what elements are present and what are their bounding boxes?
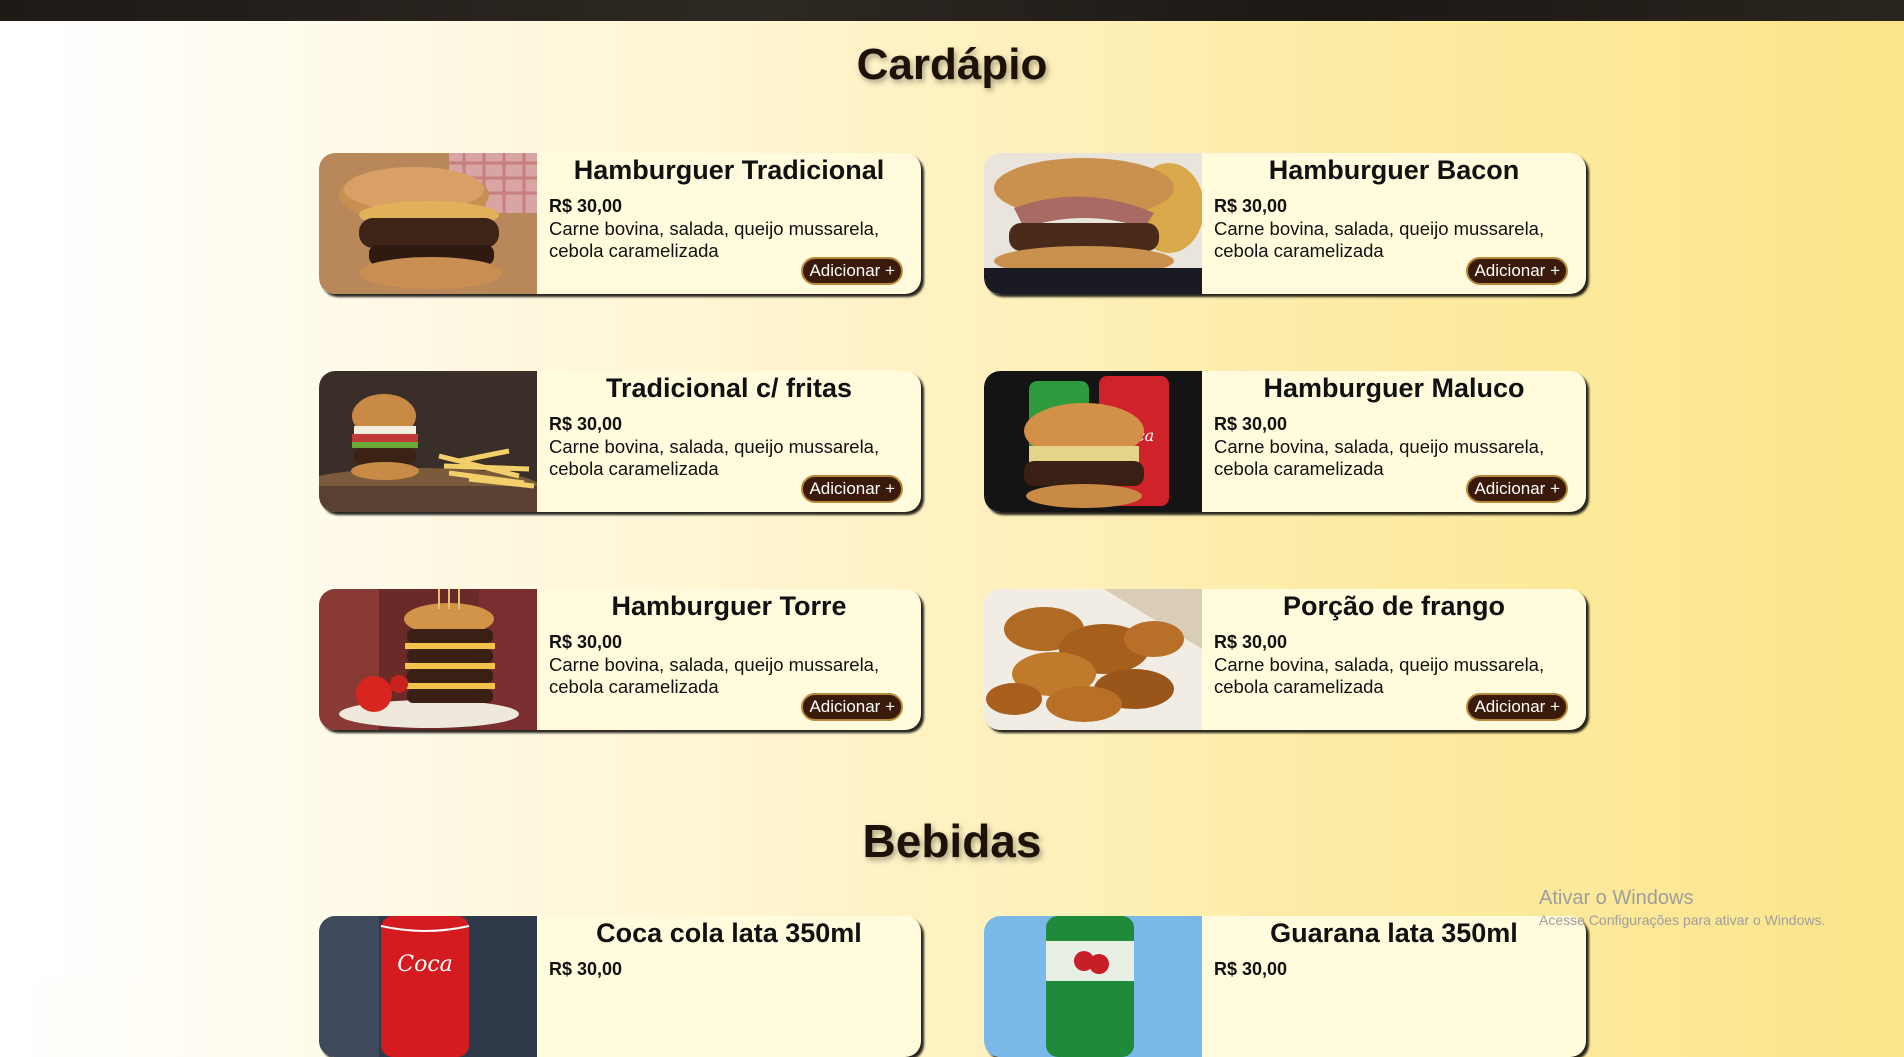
burger-photo-image [984,153,1202,294]
menu-card-hamburguer-maluco: Coca Hamburguer Maluco R$ 30,00 Carne bo… [984,371,1586,512]
burger-photo-image [319,589,537,730]
item-price: R$ 30,00 [1214,414,1288,434]
windows-activation-watermark: Ativar o Windows Acesse Configurações pa… [1539,887,1825,928]
add-to-cart-button[interactable]: Adicionar + [801,257,903,285]
item-description: Carne bovina, salada, queijo mussarela, … [549,654,880,697]
item-name: Hamburguer Bacon [1268,155,1520,185]
item-name: Guarana lata 350ml [1270,918,1518,948]
menu-card-hamburguer-bacon: Hamburguer Bacon R$ 30,00 Carne bovina, … [984,153,1586,294]
add-to-cart-button[interactable]: Adicionar + [1466,257,1568,285]
menu-card-tradicional-fritas: Tradicional c/ fritas R$ 30,00 Carne bov… [319,371,921,512]
item-description: Carne bovina, salada, queijo mussarela, … [1214,436,1545,479]
item-description: Carne bovina, salada, queijo mussarela, … [1214,654,1545,697]
chicken-photo-image [984,589,1202,730]
item-price: R$ 30,00 [1214,196,1288,216]
guarana-can-image [984,916,1202,1057]
item-price: R$ 30,00 [549,196,623,216]
item-name: Hamburguer Maluco [1263,373,1525,403]
item-name: Porção de frango [1282,591,1506,621]
menu-card-hamburguer-torre: Hamburguer Torre R$ 30,00 Carne bovina, … [319,589,921,730]
item-description: Carne bovina, salada, queijo mussarela, … [549,218,880,261]
menu-card-porcao-frango: Porção de frango R$ 30,00 Carne bovina, … [984,589,1586,730]
item-name: Tradicional c/ fritas [605,373,853,403]
item-description: Carne bovina, salada, queijo mussarela, … [1214,218,1545,261]
coca-cola-can-image: Coca [319,916,537,1057]
item-name: Hamburguer Tradicional [573,155,885,185]
drinks-section-title: Bebidas [862,815,1042,867]
burger-photo-image [319,153,537,294]
watermark-title: Ativar o Windows [1539,887,1694,909]
item-price: R$ 30,00 [1214,959,1288,979]
add-to-cart-button[interactable]: Adicionar + [801,475,903,503]
burger-photo-image [319,371,537,512]
item-name: Hamburguer Torre [611,591,847,621]
item-price: R$ 30,00 [549,414,623,434]
menu-card-hamburguer-tradicional: Hamburguer Tradicional R$ 30,00 Carne bo… [319,153,921,294]
item-price: R$ 30,00 [549,632,623,652]
header-banner-strip [0,0,1904,21]
add-to-cart-button[interactable]: Adicionar + [1466,475,1568,503]
item-description: Carne bovina, salada, queijo mussarela, … [549,436,880,479]
svg-text:Coca: Coca [397,952,453,977]
item-price: R$ 30,00 [1214,632,1288,652]
drink-card-coca-cola: Coca Coca cola lata 350ml R$ 30,00 [319,916,921,1057]
add-to-cart-button[interactable]: Adicionar + [801,693,903,721]
menu-section-title: Cardápio [856,40,1048,89]
item-price: R$ 30,00 [549,959,623,979]
burger-photo-image: Coca [984,371,1202,512]
add-to-cart-button[interactable]: Adicionar + [1466,693,1568,721]
item-name: Coca cola lata 350ml [596,918,862,948]
drink-card-guarana: Guarana lata 350ml R$ 30,00 [984,916,1586,1057]
watermark-subtitle: Acesse Configurações para ativar o Windo… [1539,912,1826,928]
